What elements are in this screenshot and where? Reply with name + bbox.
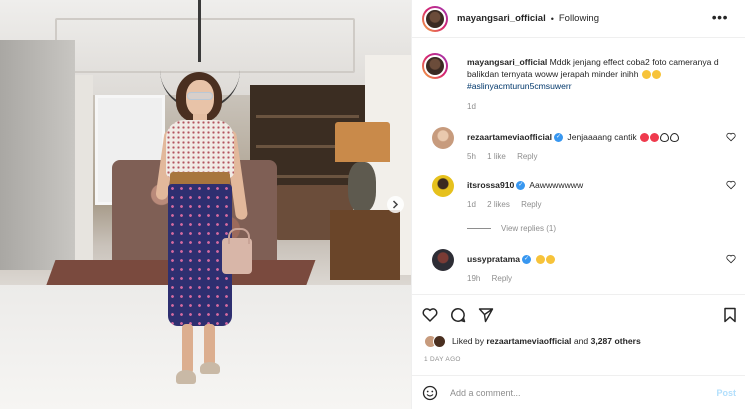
comment-likes[interactable]: 1 like (487, 152, 506, 161)
lamp-base (348, 162, 376, 212)
comment-time: 1d (467, 200, 476, 209)
post-actions (412, 294, 745, 334)
heart-eyes-emoji-icon (650, 133, 660, 143)
comment-likes[interactable]: 2 likes (487, 200, 510, 209)
woman-handbag (222, 228, 252, 274)
cabinet (330, 210, 400, 280)
commenter-avatar[interactable] (432, 249, 454, 271)
liker-avatar (433, 334, 446, 348)
woman-glasses (187, 92, 213, 100)
comment-input[interactable] (450, 387, 717, 398)
comment-username[interactable]: itsrossa910 (467, 180, 514, 190)
tears-of-joy-emoji-icon (546, 255, 556, 265)
caption-time: 1d (467, 102, 476, 111)
post-date[interactable]: 1 DAY AGO (424, 356, 461, 363)
author-username[interactable]: mayangsari_official (457, 13, 546, 24)
comment-text-block: rezaartameviaofficial ✓ Jenjaaaang cantik (467, 132, 680, 143)
caption-hashtag[interactable]: #aslinyacmturun5cmsuwerr (467, 81, 572, 91)
comment-reply-button[interactable]: Reply (517, 152, 537, 161)
woman-shoe-left (176, 370, 196, 384)
view-replies-button[interactable]: View replies (1) (467, 224, 556, 233)
comment-meta: 19h Reply (467, 274, 521, 283)
woman-leg-right (204, 324, 215, 366)
share-paper-plane-icon[interactable] (478, 307, 494, 323)
heart-outline-icon[interactable] (726, 254, 736, 264)
view-replies-label: View replies (1) (501, 224, 556, 233)
commenter-avatar[interactable] (432, 175, 454, 197)
woman-polka-dot-top (166, 120, 234, 178)
verified-badge-icon: ✓ (522, 255, 532, 265)
comment-username[interactable]: ussypratama (467, 254, 520, 264)
comment-meta: 5h 1 like Reply (467, 152, 547, 161)
commenter-avatar[interactable] (432, 127, 454, 149)
likes-count[interactable]: 3,287 others (591, 336, 641, 346)
add-comment-bar: Post (412, 375, 745, 409)
caption-avatar[interactable] (422, 53, 448, 79)
emoji-smiley-icon[interactable] (422, 385, 438, 401)
comment-username[interactable]: rezaartameviaofficial (467, 132, 552, 142)
caption-text-block: mayangsari_official Mddk jenjang effect … (467, 56, 737, 113)
heart-outline-icon[interactable] (726, 180, 736, 190)
comments-list[interactable]: mayangsari_official Mddk jenjang effect … (412, 39, 745, 293)
heart-eyes-emoji-icon (651, 70, 661, 80)
chevron-right-icon (392, 200, 399, 209)
verified-badge-icon: ✓ (554, 133, 564, 143)
post-header: mayangsari_official • Following ••• (412, 0, 745, 38)
likes-prefix: Liked by (452, 336, 485, 346)
post-sidebar: mayangsari_official • Following ••• maya… (411, 0, 745, 409)
chandelier-chain (198, 0, 201, 62)
comment-reply-button[interactable]: Reply (521, 200, 541, 209)
lamp-shade (335, 122, 390, 162)
post-comment-button[interactable]: Post (716, 388, 736, 398)
following-button[interactable]: Following (559, 13, 599, 24)
instagram-post: mayangsari_official • Following ••• maya… (0, 0, 745, 409)
separator-dot: • (550, 13, 554, 24)
likes-summary: Liked by rezaartameviaofficial and 3,287… (424, 334, 641, 348)
caption-username[interactable]: mayangsari_official (467, 57, 547, 67)
author-avatar[interactable] (422, 5, 448, 32)
more-horizontal-icon[interactable]: ••• (712, 10, 728, 24)
next-photo-button[interactable] (387, 196, 404, 213)
verified-badge-icon: ✓ (516, 181, 526, 191)
left-wall (0, 40, 75, 270)
woman-shoe-right (200, 362, 220, 374)
comment-text: Jenjaaaang cantik (567, 132, 637, 142)
comment-meta: 1d 2 likes Reply (467, 200, 551, 209)
likes-user[interactable]: rezaartameviaofficial (486, 336, 571, 346)
likes-joiner: and (573, 336, 589, 346)
save-bookmark-icon[interactable] (722, 307, 738, 323)
comment-bubble-icon[interactable] (450, 307, 466, 323)
comment-text-block: itsrossa910 ✓ Aawwwwwww (467, 180, 584, 191)
pillar-left (75, 75, 93, 265)
post-photo[interactable] (0, 0, 411, 409)
heart-outline-icon[interactable] (726, 132, 736, 142)
tears-of-joy-emoji-icon (536, 255, 546, 265)
like-heart-icon[interactable] (422, 307, 438, 323)
comment-time: 5h (467, 152, 476, 161)
author-avatar-image (424, 7, 446, 30)
grinning-emoji-icon (641, 70, 651, 80)
white-heart-emoji-icon (670, 133, 680, 143)
view-replies-line (467, 228, 491, 229)
heart-eyes-emoji-icon (640, 133, 650, 143)
woman-leg-left (182, 324, 193, 374)
comment-text: Aawwwwwww (529, 180, 584, 190)
comment-reply-button[interactable]: Reply (492, 274, 512, 283)
comment-text-block: ussypratama ✓ (467, 254, 556, 265)
comment-time: 19h (467, 274, 481, 283)
caption-avatar-image (424, 55, 446, 77)
white-heart-emoji-icon (660, 133, 670, 143)
